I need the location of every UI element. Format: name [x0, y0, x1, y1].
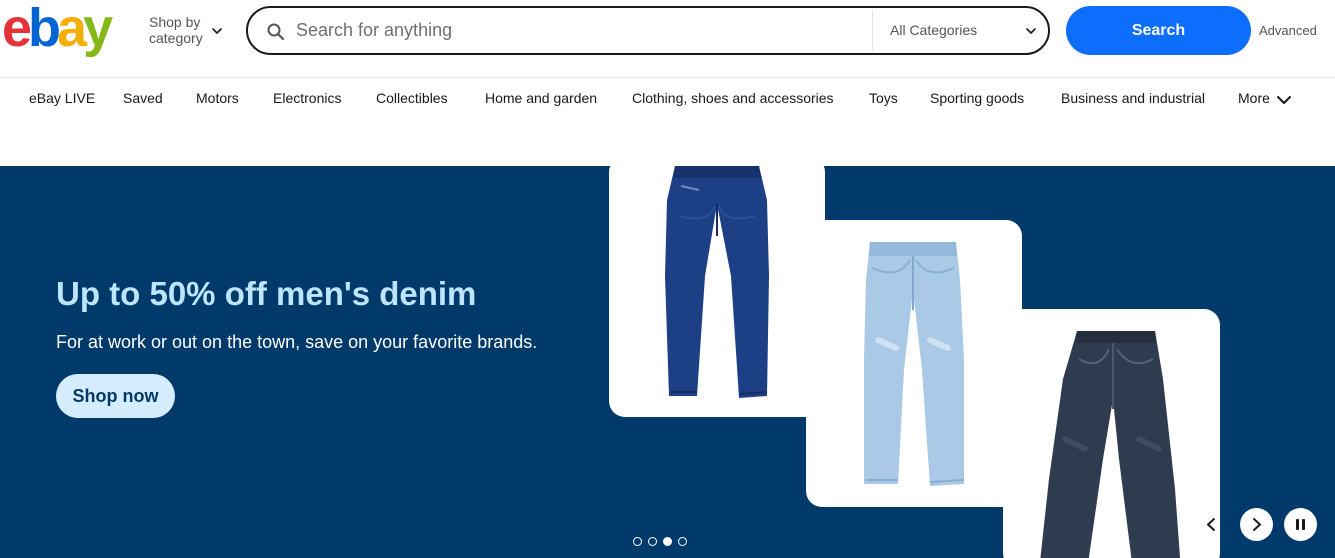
nav-item-home-and-garden[interactable]: Home and garden	[485, 90, 597, 106]
shop-by-category-button[interactable]: Shop by category	[149, 14, 203, 46]
carousel-next-button[interactable]	[1240, 508, 1273, 541]
product-card-grey-jeans[interactable]	[1003, 309, 1220, 558]
category-nav: eBay LIVE Saved Motors Electronics Colle…	[0, 78, 1335, 120]
carousel-dot-active[interactable]	[663, 537, 672, 546]
logo-letter-b: b	[28, 0, 61, 58]
light-jeans-image	[864, 242, 965, 486]
chevron-down-icon[interactable]	[1024, 24, 1038, 38]
nav-item-sporting-goods[interactable]: Sporting goods	[930, 90, 1024, 106]
nav-item-saved[interactable]: Saved	[123, 90, 163, 106]
category-select[interactable]: All Categories	[890, 8, 977, 53]
search-button[interactable]: Search	[1066, 6, 1251, 55]
chevron-down-icon[interactable]	[210, 24, 224, 38]
shop-now-button[interactable]: Shop now	[56, 374, 175, 418]
logo-letter-a: a	[57, 0, 87, 58]
carousel-pause-button[interactable]	[1284, 508, 1317, 541]
search-input[interactable]	[296, 8, 866, 53]
chevron-left-icon	[1207, 518, 1215, 531]
nav-item-ebay-live[interactable]: eBay LIVE	[29, 90, 95, 106]
search-divider	[872, 10, 873, 51]
product-card-light-jeans[interactable]	[806, 220, 1022, 507]
hero-title: Up to 50% off men's denim	[56, 275, 477, 312]
product-card-dark-jeans[interactable]	[609, 166, 825, 417]
chevron-right-icon	[1253, 518, 1261, 531]
chevron-down-icon[interactable]	[1275, 91, 1293, 109]
nav-item-collectibles[interactable]: Collectibles	[376, 90, 448, 106]
carousel-dot[interactable]	[633, 537, 642, 546]
search-bar: All Categories	[246, 6, 1050, 55]
dark-jeans-image	[665, 166, 769, 398]
carousel-dot[interactable]	[678, 537, 687, 546]
grey-jeans-image	[1040, 331, 1181, 558]
carousel-prev-button[interactable]	[1195, 508, 1228, 541]
hero-subtitle: For at work or out on the town, save on …	[56, 332, 538, 352]
nav-item-toys[interactable]: Toys	[869, 90, 898, 106]
nav-item-motors[interactable]: Motors	[196, 90, 239, 106]
shop-by-label: Shop by	[149, 14, 201, 30]
category-label: category	[149, 30, 203, 46]
carousel-dot[interactable]	[648, 537, 657, 546]
search-icon	[267, 23, 285, 41]
nav-item-more[interactable]: More	[1238, 90, 1270, 106]
nav-item-clothing[interactable]: Clothing, shoes and accessories	[632, 90, 834, 106]
advanced-search-link[interactable]: Advanced	[1259, 23, 1317, 38]
hero-banner[interactable]: Up to 50% off men's denim For at work or…	[0, 166, 1335, 558]
nav-item-business-and-industrial[interactable]: Business and industrial	[1061, 90, 1205, 106]
ebay-logo[interactable]: ebay	[2, 0, 113, 58]
logo-letter-e: e	[2, 0, 32, 58]
nav-item-electronics[interactable]: Electronics	[273, 90, 341, 106]
header: ebay Shop by category All Categories Sea…	[0, 0, 1335, 78]
category-select-value: All Categories	[890, 22, 978, 38]
pause-icon	[1296, 519, 1305, 530]
logo-letter-y: y	[83, 0, 113, 58]
